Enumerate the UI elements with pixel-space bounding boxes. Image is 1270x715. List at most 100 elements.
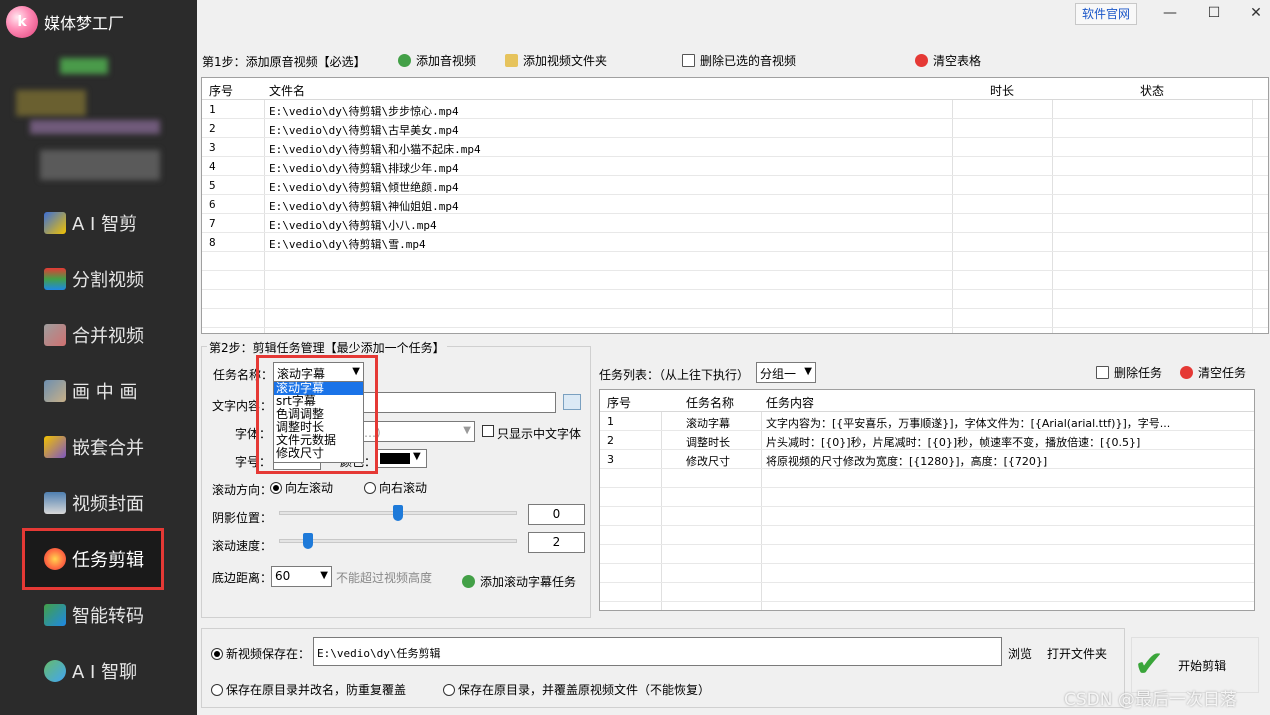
table-cell: 6 — [209, 198, 216, 211]
save-overwrite-radio[interactable]: 保存在原目录，并覆盖原视频文件（不能恢复） — [443, 681, 710, 698]
folder-add-icon — [505, 53, 518, 67]
app-logo: k — [6, 6, 38, 38]
add-scroll-task-button[interactable]: 添加滚动字幕任务 — [456, 568, 583, 594]
table-cell: E:\vedio\dy\待剪辑\步步惊心.mp4 — [269, 105, 459, 118]
browse-button[interactable]: 浏览 — [1008, 645, 1032, 662]
speed-slider[interactable] — [279, 539, 517, 543]
table-cell: 4 — [209, 160, 216, 173]
table-row[interactable]: 3 E:\vedio\dy\待剪辑\和小猫不起床.mp4 — [202, 138, 1268, 157]
table-row[interactable]: 7 E:\vedio\dy\待剪辑\小八.mp4 — [202, 214, 1268, 233]
table-cell: 1 — [209, 103, 216, 116]
start-edit-label: 开始剪辑 — [1178, 658, 1227, 673]
direction-label: 滚动方向： — [212, 483, 273, 497]
save-path-input[interactable]: E:\vedio\dy\任务剪辑 — [313, 637, 1002, 666]
sidebar-item-label: 画 中 画 — [72, 382, 138, 403]
close-icon[interactable]: ✕ — [1246, 5, 1266, 21]
plus-icon — [462, 574, 475, 588]
ai-chat-icon — [44, 660, 66, 682]
group-select[interactable]: 分组一 ▼ — [756, 362, 816, 383]
add-av-button[interactable]: 添加音视频 — [392, 49, 483, 71]
table-row[interactable]: 4 E:\vedio\dy\待剪辑\排球少年.mp4 — [202, 157, 1268, 176]
table-row[interactable]: 8 E:\vedio\dy\待剪辑\雪.mp4 — [202, 233, 1268, 252]
blurred-user-info-4 — [40, 150, 160, 180]
table-row-empty — [202, 252, 1268, 271]
only-chinese-label: 只显示中文字体 — [497, 427, 582, 441]
sidebar-item-nested-merge[interactable]: 嵌套合并 — [44, 429, 144, 465]
column-header: 任务内容 — [766, 396, 815, 410]
clear-table-button[interactable]: 清空表格 — [909, 49, 988, 71]
delete-selected-button[interactable]: 删除已选的音视频 — [676, 49, 803, 71]
table-cell: E:\vedio\dy\待剪辑\小八.mp4 — [269, 219, 437, 232]
table-row-empty — [202, 309, 1268, 328]
sidebar-item-split-video[interactable]: 分割视频 — [44, 261, 144, 297]
direction-left-label: 向左滚动 — [285, 481, 334, 495]
table-cell: E:\vedio\dy\待剪辑\雪.mp4 — [269, 238, 426, 251]
table-row[interactable]: 1 E:\vedio\dy\待剪辑\步步惊心.mp4 — [202, 100, 1268, 119]
maximize-icon[interactable]: ☐ — [1204, 5, 1224, 21]
open-folder-button[interactable]: 打开文件夹 — [1047, 645, 1107, 662]
sidebar-item-video-cover[interactable]: 视频封面 — [44, 485, 144, 521]
blurred-user-info-3 — [30, 120, 160, 134]
sidebar-item-merge-video[interactable]: 合并视频 — [44, 317, 144, 353]
table-row[interactable]: 2 调整时长 片头减时：[{0}]秒，片尾减时：[{0}]秒，帧速率不变，播放倍速：… — [600, 431, 1254, 450]
table-cell: 2 — [607, 434, 614, 447]
direction-left-radio[interactable]: 向左滚动 — [270, 479, 333, 496]
table-cell: 滚动字幕 — [686, 417, 730, 430]
sidebar-item-smart-transcode[interactable]: 智能转码 — [44, 597, 144, 633]
table-header: 序号 文件名 时长 状态 — [202, 78, 1268, 100]
color-picker[interactable]: ▼ — [377, 449, 427, 468]
table-cell: 3 — [607, 453, 614, 466]
speed-value-input[interactable]: 2 — [528, 532, 585, 553]
table-row-empty — [600, 545, 1254, 564]
table-row[interactable]: 1 滚动字幕 文字内容为：[{平安喜乐，万事顺遂}]，字体文件为：[{Arial(a… — [600, 412, 1254, 431]
shadow-value-input[interactable]: 0 — [528, 504, 585, 525]
table-row[interactable]: 6 E:\vedio\dy\待剪辑\神仙姐姐.mp4 — [202, 195, 1268, 214]
group-value: 分组一 — [760, 367, 797, 381]
blurred-user-info — [60, 58, 108, 74]
table-row-empty — [202, 271, 1268, 290]
picture-in-picture-icon — [44, 380, 66, 402]
sidebar-item-ai-chat[interactable]: A I 智聊 — [44, 653, 137, 689]
table-row[interactable]: 3 修改尺寸 将原视频的尺寸修改为宽度：[{1280}]，高度：[{720}] — [600, 450, 1254, 469]
shadow-slider-thumb[interactable] — [393, 505, 403, 521]
direction-right-radio[interactable]: 向右滚动 — [364, 479, 427, 496]
speed-slider-thumb[interactable] — [303, 533, 313, 549]
table-row-empty — [202, 290, 1268, 309]
add-folder-button[interactable]: 添加视频文件夹 — [499, 49, 614, 71]
bottom-distance-select[interactable]: 60 ▼ — [271, 566, 332, 587]
column-header: 任务名称 — [686, 396, 735, 410]
table-cell: 2 — [209, 122, 216, 135]
table-row[interactable]: 5 E:\vedio\dy\待剪辑\倾世绝颜.mp4 — [202, 176, 1268, 195]
sidebar-item-picture-in-picture[interactable]: 画 中 画 — [44, 373, 137, 409]
save-new-path-radio[interactable]: 新视频保存在： — [211, 645, 310, 662]
smart-transcode-icon — [44, 604, 66, 626]
official-site-link[interactable]: 软件官网 — [1075, 3, 1137, 25]
sidebar-item-label: 视频封面 — [72, 494, 144, 515]
sidebar-item-label: 任务剪辑 — [72, 550, 144, 571]
sidebar-item-label: 智能转码 — [72, 606, 144, 627]
column-header: 序号 — [607, 396, 632, 410]
task-table[interactable]: 序号 任务名称 任务内容 1 滚动字幕 文字内容为：[{平安喜乐，万事顺遂}]，字体… — [599, 389, 1255, 611]
file-table[interactable]: 序号 文件名 时长 状态 1 E:\vedio\dy\待剪辑\步步惊心.mp4 2… — [201, 77, 1269, 334]
sidebar-item-label: A I 智剪 — [72, 214, 138, 235]
sidebar-item-task-edit[interactable]: 任务剪辑 — [44, 541, 144, 577]
app-title: 媒体梦工厂 — [44, 14, 125, 33]
table-row-empty — [600, 564, 1254, 583]
table-cell: 1 — [607, 415, 614, 428]
watermark: CSDN @最后一次日落 — [1064, 690, 1237, 710]
radio-empty-icon — [364, 481, 376, 494]
save-rename-radio[interactable]: 保存在原目录并改名，防重复覆盖 — [211, 681, 406, 698]
sidebar-item-ai-cut[interactable]: A I 智剪 — [44, 205, 137, 241]
only-chinese-checkbox[interactable] — [482, 425, 494, 437]
split-video-icon — [44, 268, 66, 290]
table-cell: E:\vedio\dy\待剪辑\倾世绝颜.mp4 — [269, 181, 459, 194]
table-row[interactable]: 2 E:\vedio\dy\待剪辑\古早美女.mp4 — [202, 119, 1268, 138]
minimize-icon[interactable]: — — [1160, 5, 1180, 21]
clear-icon — [915, 53, 928, 67]
text-edit-icon[interactable] — [563, 394, 581, 410]
clear-tasks-button[interactable]: 清空任务 — [1174, 361, 1253, 383]
bottom-distance-value: 60 — [275, 569, 291, 583]
delete-task-button[interactable]: 删除任务 — [1090, 361, 1169, 383]
plus-icon — [398, 53, 411, 67]
table-cell: 7 — [209, 217, 216, 230]
